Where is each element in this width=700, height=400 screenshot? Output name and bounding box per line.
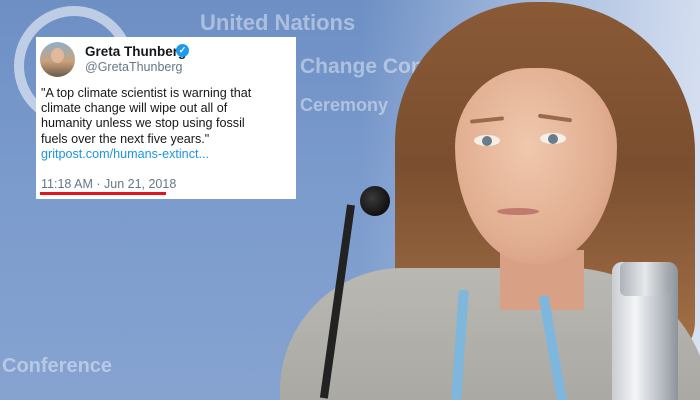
red-highlight-underline <box>40 192 166 195</box>
right-eye <box>540 133 566 144</box>
tweet-card: Greta Thunberg ✓ @GretaThunberg "A top c… <box>36 37 296 199</box>
tweet-timestamp[interactable]: 11:18 AM · Jun 21, 2018 <box>41 177 176 191</box>
tweet-text-line: humanity unless we stop using fossil <box>41 116 245 131</box>
tweet-handle[interactable]: @GretaThunberg <box>85 60 182 74</box>
tweet-link[interactable]: gritpost.com/humans-extinct... <box>41 147 293 162</box>
tweet-display-name[interactable]: Greta Thunberg <box>85 44 186 59</box>
backdrop-bottom-text: Conference <box>2 355 113 377</box>
tweet-body: "A top climate scientist is warning that… <box>41 86 293 162</box>
tweet-text-line: climate change will wipe out all of <box>41 101 228 116</box>
left-eye <box>474 135 500 146</box>
backdrop-org-text: United Nations <box>200 10 356 35</box>
verified-badge-icon: ✓ <box>176 44 189 57</box>
avatar[interactable] <box>40 42 75 77</box>
tweet-text-line: "A top climate scientist is warning that <box>41 86 252 100</box>
backdrop-line-3: Ceremony <box>300 95 389 115</box>
person-mouth <box>497 208 539 215</box>
microphone-icon <box>360 186 390 216</box>
tweet-text-line: fuels over the next five years." <box>41 131 210 146</box>
water-bottle <box>612 262 678 400</box>
